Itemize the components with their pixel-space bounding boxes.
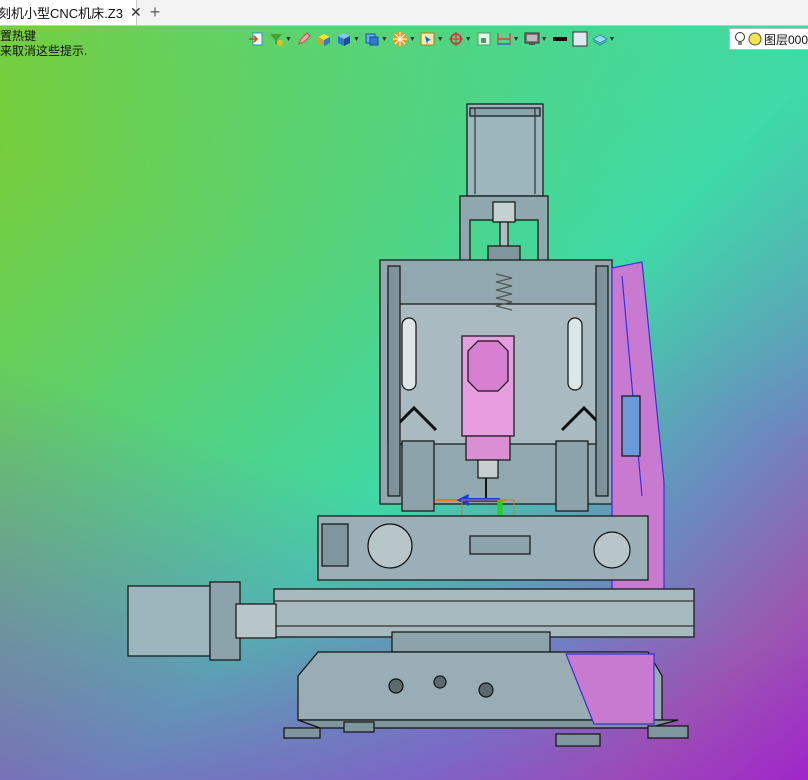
pen-icon xyxy=(298,32,311,45)
select-filter-button[interactable]: ▼ xyxy=(420,31,444,47)
layer-selector[interactable]: 图层000 xyxy=(729,28,808,50)
chevron-down-icon: ▼ xyxy=(408,35,416,43)
layer-stack-icon xyxy=(591,34,608,46)
cube-yellow-icon xyxy=(317,34,330,46)
import-icon xyxy=(249,32,263,46)
view-toolbar: ▼ ▼ ▼ ▼ ▼ ▼ ▼ ▼ ▼ xyxy=(248,28,619,50)
snap-button[interactable]: ▼ xyxy=(448,31,472,47)
chevron-down-icon: ▼ xyxy=(608,35,616,43)
render-icon xyxy=(392,32,407,46)
fill-color-icon xyxy=(572,31,587,47)
3d-viewport[interactable]: 置热键 来取消这些提示. ▼ ▼ ▼ ▼ ▼ ▼ ▼ ▼ ▼ 图层000 xyxy=(0,26,808,780)
dimension-button[interactable]: ▼ xyxy=(496,31,520,47)
grid-icon xyxy=(477,32,491,46)
hint-text: 置热键 来取消这些提示. xyxy=(0,29,87,59)
dimension-icon xyxy=(496,33,511,45)
lightbulb-icon xyxy=(735,32,745,45)
hint-line-2: 来取消这些提示. xyxy=(0,44,88,58)
chevron-down-icon: ▼ xyxy=(352,35,360,43)
layer-status-icon xyxy=(748,32,762,46)
fill-color-button[interactable] xyxy=(572,31,588,47)
chevron-down-icon: ▼ xyxy=(540,35,548,43)
solid-view-button[interactable]: ▼ xyxy=(336,31,360,47)
grid-button[interactable] xyxy=(476,31,492,47)
tab-document[interactable]: 刻机小型CNC机床.Z3 ✕ xyxy=(0,0,142,25)
line-color-icon xyxy=(552,37,567,41)
chevron-down-icon: ▼ xyxy=(464,35,472,43)
filter-icon xyxy=(270,34,283,46)
chevron-down-icon: ▼ xyxy=(436,35,444,43)
sketch-button[interactable] xyxy=(296,31,312,47)
line-color-button[interactable] xyxy=(552,31,568,47)
shaded-button[interactable] xyxy=(316,31,332,47)
close-icon[interactable]: ✕ xyxy=(130,4,142,21)
view-cube-icon xyxy=(365,33,379,46)
cube-blue-icon xyxy=(337,33,350,46)
layer-manager-button[interactable]: ▼ xyxy=(591,31,616,47)
select-icon xyxy=(420,32,435,46)
new-tab-button[interactable]: + xyxy=(146,1,164,23)
chevron-down-icon: ▼ xyxy=(380,35,388,43)
display-icon xyxy=(524,32,540,45)
tab-bar: 刻机小型CNC机床.Z3 ✕ + xyxy=(0,0,808,26)
layer-name: 图层000 xyxy=(764,32,808,47)
chevron-down-icon: ▼ xyxy=(512,35,520,43)
chevron-down-icon: ▼ xyxy=(285,35,292,43)
hint-line-1: 置热键 xyxy=(0,29,37,43)
render-mode-button[interactable]: ▼ xyxy=(392,31,416,47)
view-orient-button[interactable]: ▼ xyxy=(364,31,388,47)
filter-button[interactable]: ▼ xyxy=(268,31,292,47)
tab-label: 刻机小型CNC机床.Z3 xyxy=(0,6,123,21)
import-button[interactable] xyxy=(248,31,264,47)
display-settings-button[interactable]: ▼ xyxy=(524,31,548,47)
target-icon xyxy=(448,32,463,46)
cnc-machine-model[interactable] xyxy=(0,26,808,780)
